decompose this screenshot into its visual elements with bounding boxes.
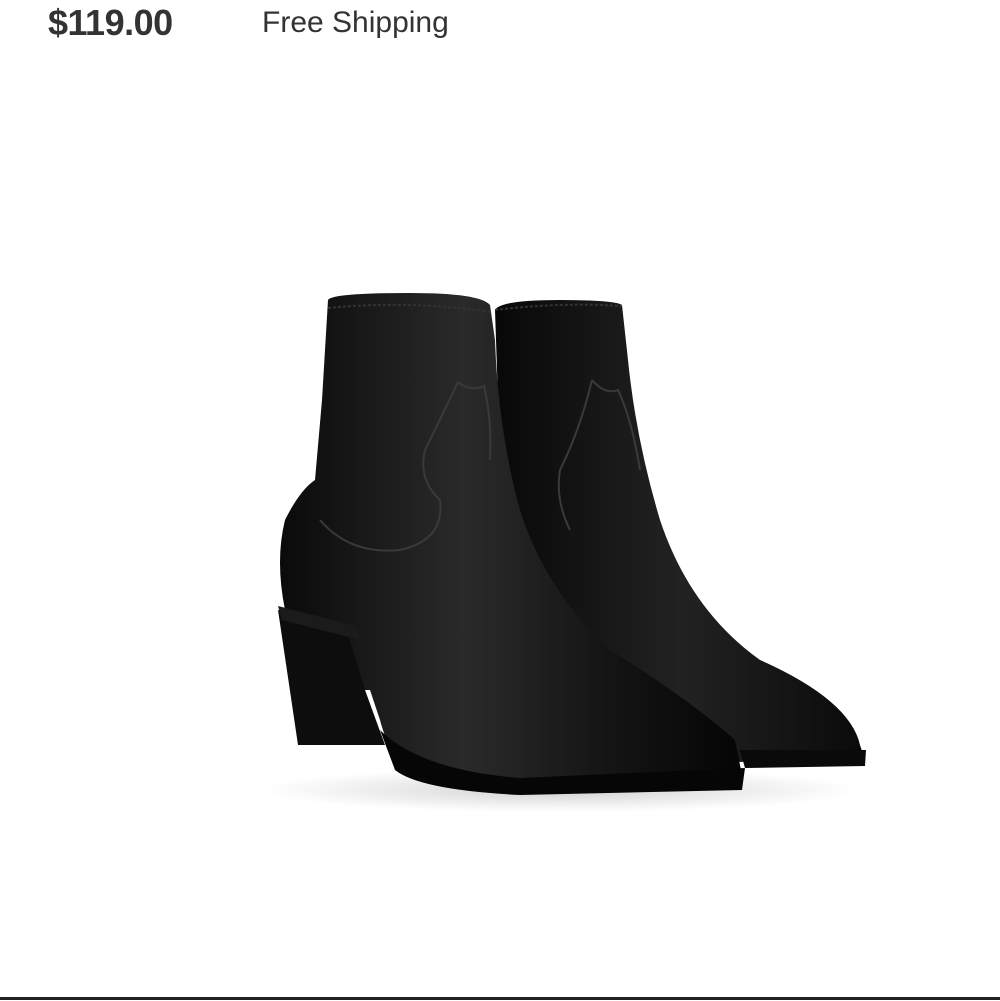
product-image[interactable]: [0, 52, 1000, 996]
shipping-label: Free Shipping: [262, 6, 449, 39]
ankle-boot-pair-icon: [260, 293, 866, 812]
price-row: $119.00 Free Shipping: [0, 0, 1000, 52]
product-price: $119.00: [48, 2, 173, 43]
